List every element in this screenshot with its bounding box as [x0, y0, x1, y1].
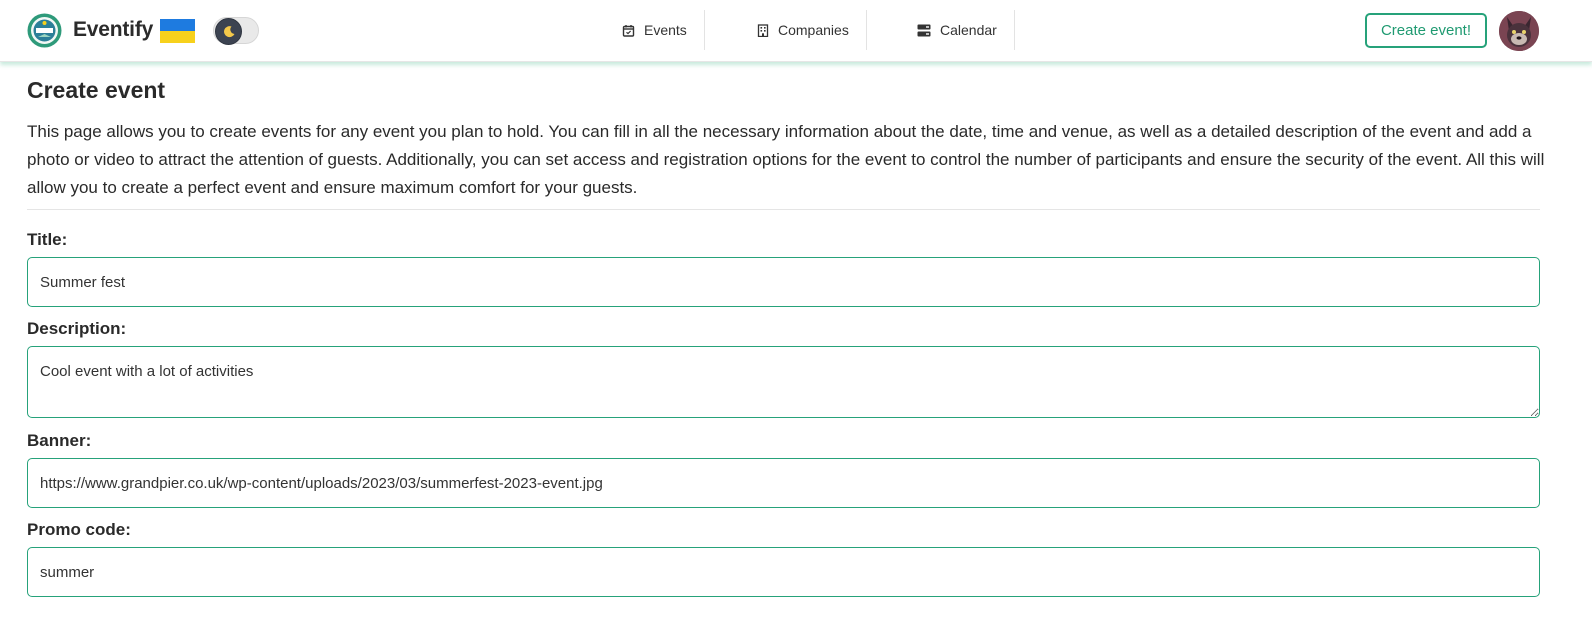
ukraine-flag-icon[interactable] [160, 19, 195, 43]
logo-icon[interactable] [27, 13, 62, 48]
banner-input[interactable] [27, 458, 1540, 508]
page-title: Create event [27, 77, 166, 103]
section-divider [27, 209, 1540, 210]
moon-icon [215, 18, 242, 45]
create-event-button[interactable]: Create event! [1365, 13, 1487, 48]
top-navbar: Eventify Events Companies Calendar Creat… [0, 0, 1592, 62]
page-intro-text: This page allows you to create events fo… [27, 122, 1545, 197]
nav-events-label: Events [644, 22, 687, 38]
brand-name[interactable]: Eventify [73, 18, 153, 42]
building-icon [757, 23, 769, 37]
nav-divider [704, 10, 705, 50]
description-label: Description: [27, 319, 127, 338]
nav-divider [1014, 10, 1015, 50]
title-label: Title: [27, 230, 68, 249]
calendar-check-icon [622, 24, 635, 37]
banner-label: Banner: [27, 431, 92, 450]
nav-companies-label: Companies [778, 22, 849, 38]
title-input[interactable] [27, 257, 1540, 307]
avatar[interactable] [1499, 11, 1539, 51]
promo-code-label: Promo code: [27, 520, 131, 539]
description-textarea[interactable]: Cool event with a lot of activities [27, 346, 1540, 418]
nav-events[interactable]: Events [622, 10, 687, 50]
server-icon [917, 24, 931, 36]
promo-code-input[interactable] [27, 547, 1540, 597]
nav-divider [866, 10, 867, 50]
nav-calendar[interactable]: Calendar [917, 10, 997, 50]
nav-calendar-label: Calendar [940, 22, 997, 38]
theme-toggle[interactable] [213, 17, 259, 45]
nav-companies[interactable]: Companies [757, 10, 849, 50]
